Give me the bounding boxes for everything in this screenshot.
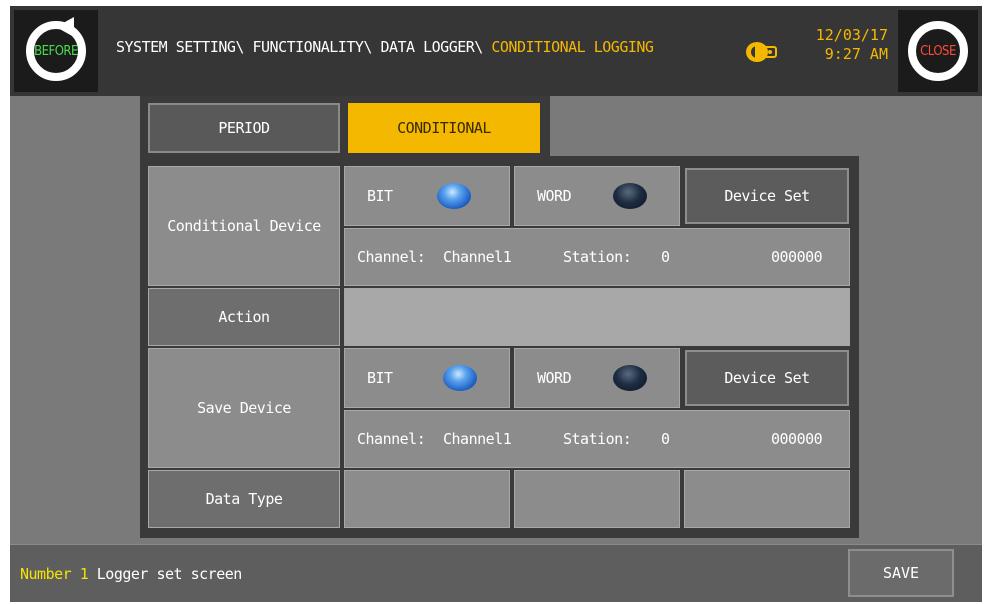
tab-period[interactable]: PERIOD [148, 103, 340, 153]
channel-value: Channel1 [443, 430, 512, 448]
conditional-device-label: Conditional Device [148, 166, 340, 286]
radio-selected-icon [437, 183, 471, 209]
time-text: 9:27 AM [824, 45, 888, 63]
save-bit-label: BIT [367, 369, 393, 387]
radio-unselected-icon [613, 183, 647, 209]
radio-selected-icon [443, 365, 477, 391]
breadcrumb-current: CONDITIONAL LOGGING [491, 38, 654, 56]
close-icon: CLOSE [908, 21, 968, 81]
date-text: 12/03/17 [815, 26, 888, 44]
channel-value: Channel1 [443, 248, 512, 266]
back-arrow-icon [56, 17, 74, 37]
conditional-settings-panel: Conditional Device BIT WORD Device Set C… [140, 156, 859, 538]
radio-unselected-icon [613, 365, 647, 391]
status-text: Logger set screen [96, 565, 243, 583]
before-label: BEFORE [34, 43, 78, 59]
close-label: CLOSE [920, 43, 956, 59]
station-label: Station: [563, 248, 632, 266]
save-device-info: Channel: Channel1 Station: 0 000000 [344, 410, 850, 468]
device-address: 000000 [771, 248, 823, 266]
action-label: Action [148, 288, 340, 346]
data-type-field-2[interactable] [514, 470, 680, 528]
save-bit-radio[interactable]: BIT [344, 348, 510, 408]
status-bar: Number 1 Logger set screen SAVE [10, 544, 982, 602]
conditional-device-set-button[interactable]: Device Set [685, 168, 849, 224]
alarm-bell-icon[interactable] [745, 40, 781, 64]
save-word-label: WORD [537, 369, 572, 387]
conditional-word-radio[interactable]: WORD [514, 166, 680, 226]
save-device-label: Save Device [148, 348, 340, 468]
station-value: 0 [661, 430, 670, 448]
close-button[interactable]: CLOSE [898, 10, 978, 92]
channel-label: Channel: [357, 430, 426, 448]
data-type-field-1[interactable] [344, 470, 510, 528]
main-area: PERIOD CONDITIONAL Conditional Device BI… [10, 96, 982, 544]
breadcrumb-path: SYSTEM SETTING\ FUNCTIONALITY\ DATA LOGG… [116, 38, 492, 56]
conditional-bit-label: BIT [367, 187, 393, 205]
device-address: 000000 [771, 430, 823, 448]
action-field[interactable] [344, 288, 850, 346]
station-label: Station: [563, 430, 632, 448]
save-device-set-button[interactable]: Device Set [685, 350, 849, 406]
title-bar: BEFORE SYSTEM SETTING\ FUNCTIONALITY\ DA… [10, 6, 982, 96]
status-message: Number 1 Logger set screen [20, 565, 242, 583]
data-type-label: Data Type [148, 470, 340, 528]
data-type-field-3[interactable] [684, 470, 850, 528]
status-number: Number 1 [20, 565, 89, 583]
save-button[interactable]: SAVE [848, 549, 954, 597]
conditional-bit-radio[interactable]: BIT [344, 166, 510, 226]
conditional-word-label: WORD [537, 187, 572, 205]
save-word-radio[interactable]: WORD [514, 348, 680, 408]
tab-conditional[interactable]: CONDITIONAL [348, 103, 540, 153]
datetime: 12/03/17 9:27 AM [810, 26, 888, 64]
tab-bar: PERIOD CONDITIONAL [140, 96, 550, 162]
channel-label: Channel: [357, 248, 426, 266]
station-value: 0 [661, 248, 670, 266]
conditional-device-info: Channel: Channel1 Station: 0 000000 [344, 228, 850, 286]
breadcrumb: SYSTEM SETTING\ FUNCTIONALITY\ DATA LOGG… [116, 38, 654, 56]
before-button[interactable]: BEFORE [14, 10, 98, 92]
